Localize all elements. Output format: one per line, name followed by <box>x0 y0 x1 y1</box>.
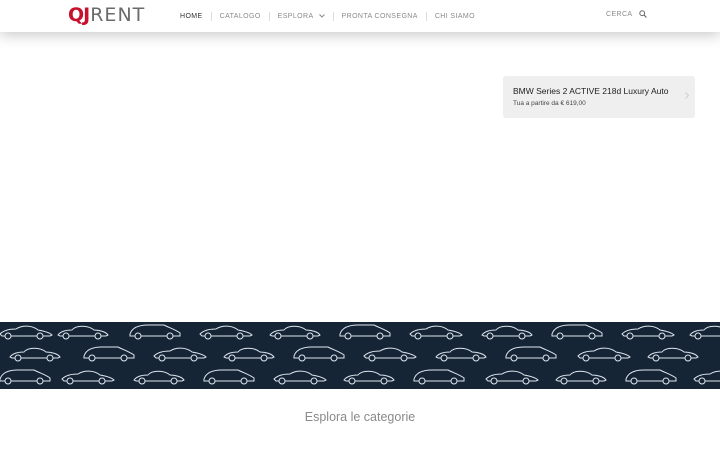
car-wheel <box>330 354 338 362</box>
car-wheel <box>698 377 706 385</box>
main-nav: HOME CATALOGO ESPLORA PRONTA CONSEGNA CH… <box>172 0 483 32</box>
car-wheel <box>306 332 314 340</box>
nav-item-catalogo[interactable]: CATALOGO <box>212 13 269 20</box>
car-wheel <box>418 377 426 385</box>
car-wheel <box>298 354 306 362</box>
car-wheel <box>662 377 670 385</box>
car-wheel <box>134 332 142 340</box>
car-wheel <box>138 377 146 385</box>
categories-section-title: Esplora le categorie <box>304 410 416 424</box>
car-wheel <box>684 354 692 362</box>
chevron-down-icon <box>318 14 325 18</box>
car-wheel <box>190 354 198 362</box>
car-wheel <box>310 377 318 385</box>
search-button[interactable]: CERCA <box>606 10 647 18</box>
logo-word: RENT <box>90 4 146 26</box>
car-wheel <box>614 354 622 362</box>
car-silhouettes <box>0 324 720 385</box>
car-wheel <box>14 354 22 362</box>
car-wheel <box>518 332 526 340</box>
promo-title: BMW Series 2 ACTIVE 218d Luxury Auto <box>513 86 669 96</box>
car-wheel <box>542 354 550 362</box>
car-wheel <box>368 354 376 362</box>
car-wheel <box>98 377 106 385</box>
car-wheel <box>560 377 568 385</box>
car-wheel <box>4 377 12 385</box>
logo-mark: QJ <box>68 4 90 26</box>
car-wheel <box>170 377 178 385</box>
car-wheel <box>278 377 286 385</box>
nav-item-home[interactable]: HOME <box>172 13 211 20</box>
car-wheel <box>228 354 236 362</box>
chevron-right-icon <box>685 92 689 99</box>
car-wheel <box>582 354 590 362</box>
car-silhouette-icon <box>693 370 720 382</box>
car-wheel <box>260 354 268 362</box>
car-wheel <box>66 377 74 385</box>
car-wheel <box>62 332 70 340</box>
car-wheel <box>88 354 96 362</box>
nav-item-chi-siamo[interactable]: CHI SIAMO <box>427 13 483 20</box>
car-wheel <box>376 332 384 340</box>
nav-item-esplora[interactable]: ESPLORA <box>270 13 333 20</box>
car-wheel <box>522 377 530 385</box>
car-silhouettes-banner <box>0 322 720 389</box>
car-wheel <box>658 332 666 340</box>
car-wheel <box>348 377 356 385</box>
car-wheel <box>446 332 454 340</box>
car-silhouette-icon <box>689 325 720 337</box>
site-header: QJ RENT HOME CATALOGO ESPLORA PRONTA CON… <box>0 0 720 32</box>
nav-item-esplora-label: ESPLORA <box>277 12 314 20</box>
car-wheel <box>652 354 660 362</box>
car-wheel <box>414 332 422 340</box>
nav-item-pronta-consegna[interactable]: PRONTA CONSEGNA <box>334 13 426 20</box>
car-wheel <box>450 377 458 385</box>
car-wheel <box>204 332 212 340</box>
car-wheel <box>36 377 44 385</box>
car-wheel <box>556 332 564 340</box>
promo-price: Tua a partire da € 619,00 <box>513 100 586 107</box>
car-wheel <box>94 332 102 340</box>
car-wheel <box>490 377 498 385</box>
car-wheel <box>486 332 494 340</box>
car-wheel <box>592 377 600 385</box>
car-wheel <box>472 354 480 362</box>
search-label: CERCA <box>606 10 633 18</box>
search-icon <box>638 10 647 18</box>
car-wheel <box>344 332 352 340</box>
car-wheel <box>208 377 216 385</box>
car-wheel <box>440 354 448 362</box>
promo-card[interactable]: BMW Series 2 ACTIVE 218d Luxury Auto Tua… <box>503 76 695 118</box>
car-wheel <box>120 354 128 362</box>
car-wheel <box>630 377 638 385</box>
car-wheel <box>46 354 54 362</box>
car-wheel <box>4 332 12 340</box>
car-wheel <box>694 332 702 340</box>
car-wheel <box>236 332 244 340</box>
car-wheel <box>626 332 634 340</box>
car-wheel <box>158 354 166 362</box>
car-wheel <box>240 377 248 385</box>
car-wheel <box>274 332 282 340</box>
car-wheel <box>400 354 408 362</box>
car-wheel <box>166 332 174 340</box>
car-wheel <box>588 332 596 340</box>
logo[interactable]: QJ RENT <box>68 3 145 27</box>
car-wheel <box>510 354 518 362</box>
car-wheel <box>380 377 388 385</box>
car-wheel <box>36 332 44 340</box>
